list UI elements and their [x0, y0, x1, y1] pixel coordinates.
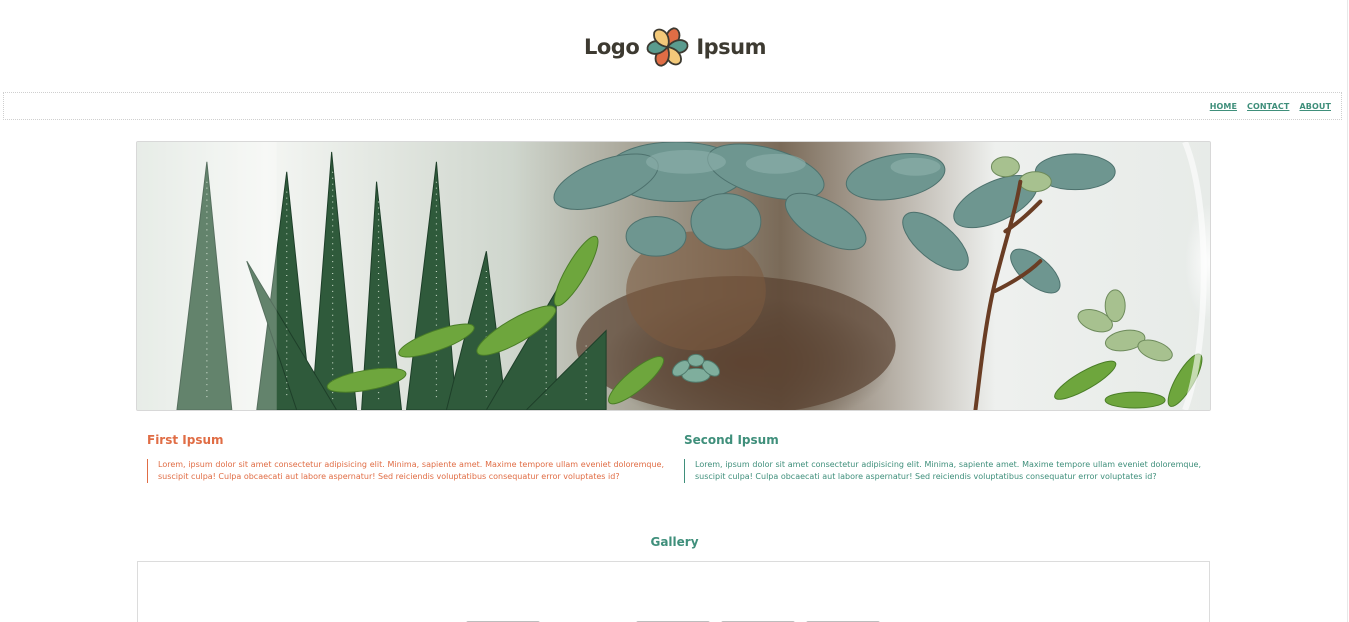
hero-image: [136, 141, 1211, 411]
flower-pinwheel-icon: [646, 27, 689, 67]
page: Logo Ipsum HOME CONTACT ABOUT First Ipsu…: [0, 0, 1349, 622]
navbar: HOME CONTACT ABOUT: [3, 92, 1342, 120]
section-second: Second Ipsum Lorem, ipsum dolor sit amet…: [684, 432, 1201, 491]
nav-links: HOME CONTACT ABOUT: [1210, 102, 1331, 111]
site-logo[interactable]: Logo Ipsum: [584, 20, 766, 74]
section-first: First Ipsum Lorem, ipsum dolor sit amet …: [147, 432, 664, 491]
succulent-terrarium-image: [137, 142, 1210, 410]
nav-link-home[interactable]: HOME: [1210, 102, 1237, 111]
logo-text-left: Logo: [584, 34, 640, 59]
page-edge: [1347, 0, 1348, 622]
gallery-container: [137, 561, 1210, 622]
section-second-text: Lorem, ipsum dolor sit amet consectetur …: [684, 459, 1201, 483]
logo-text-right: Ipsum: [696, 34, 766, 59]
nav-link-about[interactable]: ABOUT: [1299, 102, 1331, 111]
gallery-title: Gallery: [650, 535, 699, 549]
section-first-text: Lorem, ipsum dolor sit amet consectetur …: [147, 459, 664, 483]
nav-link-contact[interactable]: CONTACT: [1247, 102, 1289, 111]
section-second-title: Second Ipsum: [684, 433, 779, 447]
section-first-title: First Ipsum: [147, 433, 224, 447]
